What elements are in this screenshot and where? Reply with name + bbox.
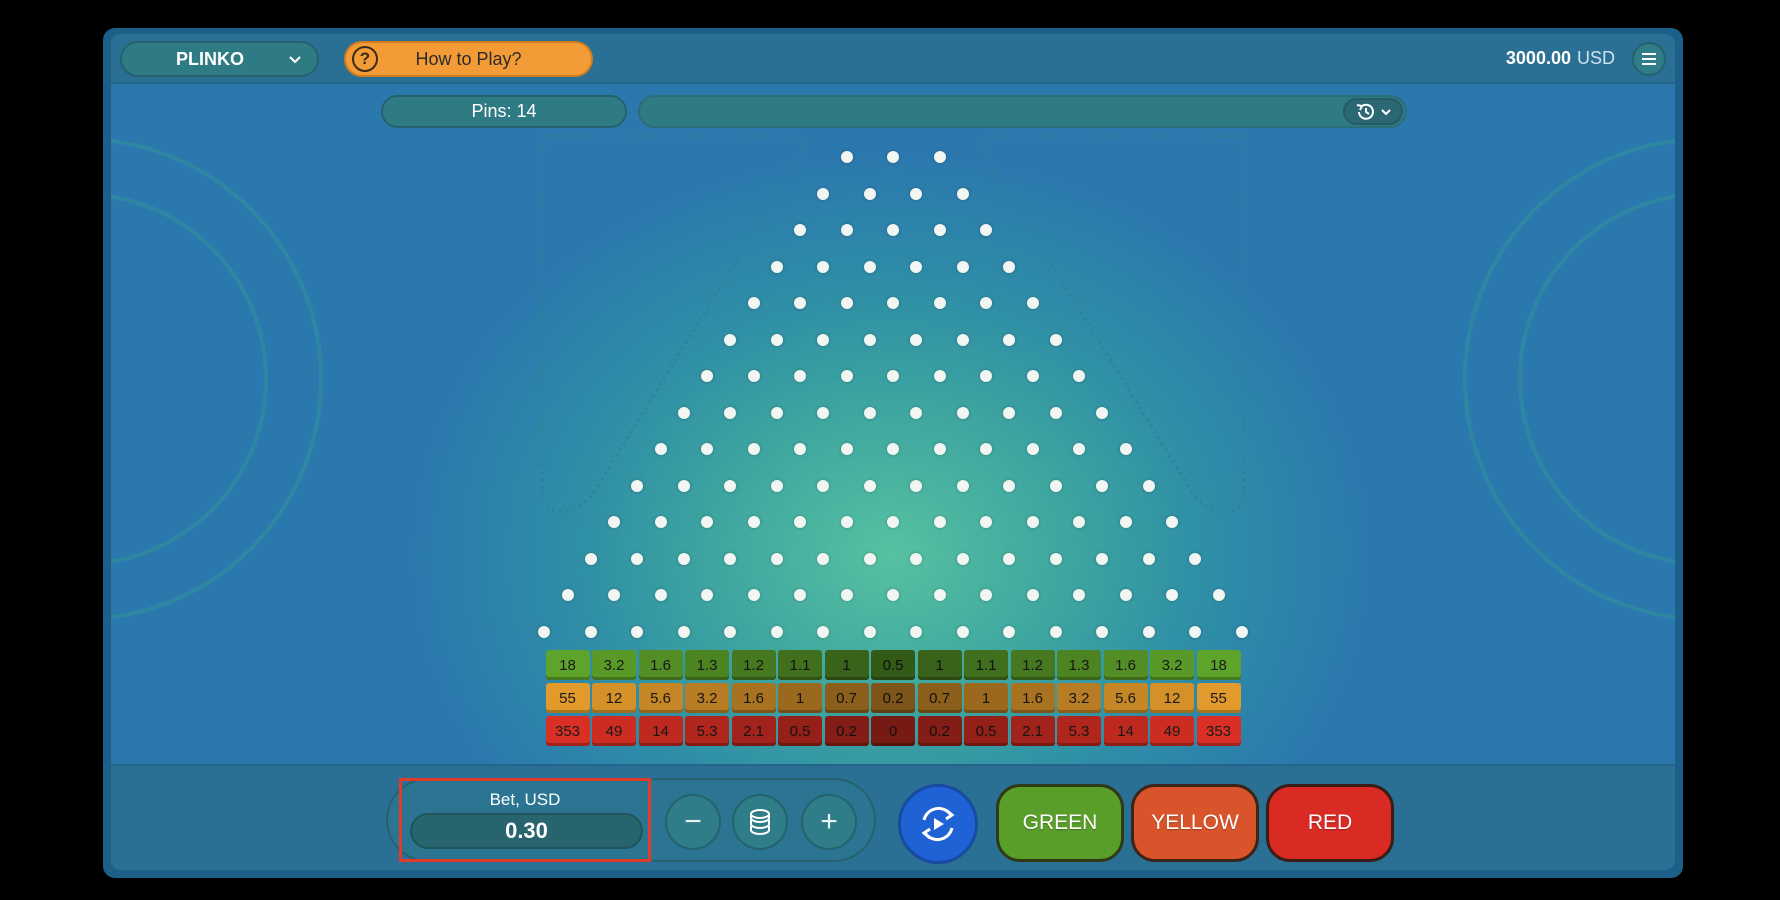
decrease-bet-button[interactable]: − bbox=[665, 794, 721, 850]
history-button[interactable] bbox=[1343, 98, 1403, 125]
game-select-dropdown[interactable]: PLINKO bbox=[120, 41, 319, 77]
history-bar bbox=[638, 95, 1407, 128]
game-area: PLINKO ? How to Play? 3000.00 USD Pins: … bbox=[111, 34, 1675, 870]
menu-button[interactable] bbox=[1632, 42, 1666, 76]
background-decoration bbox=[111, 134, 1675, 620]
how-to-play-label: How to Play? bbox=[415, 48, 522, 69]
red-play-button[interactable]: RED bbox=[1266, 784, 1394, 862]
bet-control-group: Bet, USD 0.30 − + bbox=[386, 778, 876, 862]
balance-amount: 3000.00 bbox=[1505, 48, 1571, 68]
bet-presets-button[interactable] bbox=[732, 794, 788, 850]
green-button-label: GREEN bbox=[1022, 811, 1098, 834]
red-button-label: RED bbox=[1307, 811, 1353, 834]
chevron-down-icon bbox=[289, 56, 301, 64]
auto-play-icon bbox=[921, 806, 955, 842]
how-to-play-button[interactable]: ? How to Play? bbox=[344, 41, 593, 77]
balance-display: 3000.00 USD bbox=[1506, 48, 1615, 69]
top-bar: PLINKO ? How to Play? 3000.00 USD bbox=[111, 34, 1675, 84]
increase-bet-button[interactable]: + bbox=[801, 794, 857, 850]
hamburger-menu-icon bbox=[1642, 53, 1656, 65]
yellow-play-button[interactable]: YELLOW bbox=[1131, 784, 1259, 862]
green-play-button[interactable]: GREEN bbox=[996, 784, 1124, 862]
bet-label: Bet, USD bbox=[489, 790, 561, 809]
plus-icon: + bbox=[820, 805, 838, 838]
history-icon bbox=[1356, 103, 1374, 120]
help-icon: ? bbox=[352, 46, 378, 72]
pins-selector[interactable]: Pins: 14 bbox=[381, 95, 627, 128]
chevron-down-icon bbox=[1381, 108, 1391, 115]
bottom-control-bar: Bet, USD 0.30 − + GREEN YELLOW RED bbox=[111, 764, 1675, 870]
bet-amount-box: Bet, USD 0.30 bbox=[399, 778, 651, 862]
auto-play-button[interactable] bbox=[898, 784, 978, 864]
pins-label: Pins: 14 bbox=[471, 101, 537, 121]
game-name: PLINKO bbox=[176, 48, 245, 69]
minus-icon: − bbox=[684, 805, 702, 838]
game-frame: PLINKO ? How to Play? 3000.00 USD Pins: … bbox=[103, 28, 1683, 878]
bet-amount-input[interactable]: 0.30 bbox=[410, 813, 643, 849]
yellow-button-label: YELLOW bbox=[1151, 811, 1239, 834]
coins-stack-icon bbox=[750, 809, 770, 835]
balance-currency: USD bbox=[1576, 48, 1615, 68]
